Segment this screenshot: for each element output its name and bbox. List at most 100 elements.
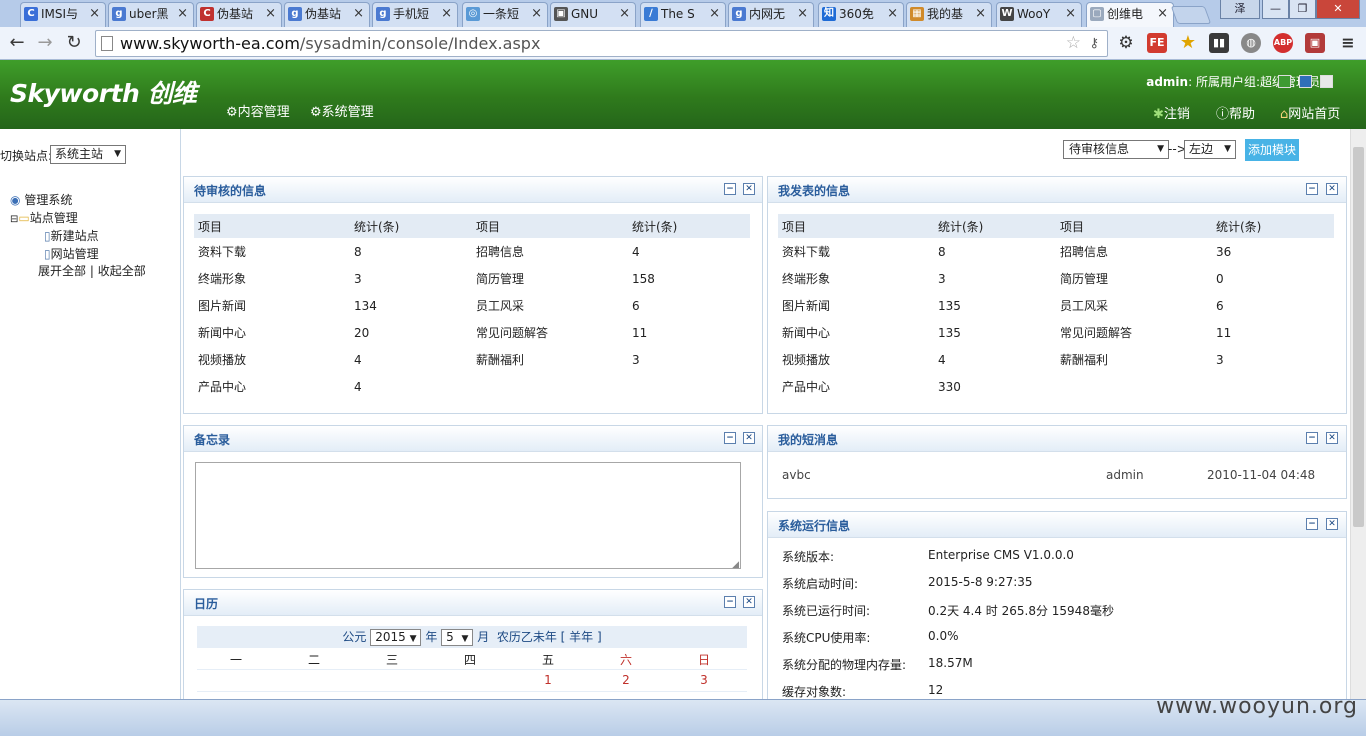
blue-theme-swatch[interactable] — [1299, 75, 1312, 88]
memo-textarea[interactable]: ◢ — [195, 462, 741, 570]
item-count-cell: 135 — [938, 325, 961, 340]
year-select[interactable]: 2015 ▼ — [370, 629, 422, 646]
tab-close-icon[interactable]: × — [353, 3, 364, 25]
tab-close-icon[interactable]: × — [1157, 3, 1168, 25]
add-module-button[interactable]: 添加模块 — [1245, 139, 1299, 161]
close-panel-icon[interactable]: ✕ — [1326, 432, 1338, 444]
resize-handle-icon[interactable]: ◢ — [732, 560, 739, 570]
minimize-button[interactable]: — — [1262, 0, 1289, 19]
tab-item[interactable]: 知 360免 × — [818, 2, 904, 27]
browser-toolbar: ← → ↻ www.skyworth-ea.com/sysadmin/conso… — [0, 27, 1366, 60]
tab-item[interactable]: g 内网无 × — [728, 2, 814, 27]
tab-close-icon[interactable]: × — [797, 3, 808, 25]
close-panel-icon[interactable]: ✕ — [743, 596, 755, 608]
tab-item[interactable]: ▢ 创维电 × — [1086, 2, 1174, 27]
tab-close-icon[interactable]: × — [441, 3, 452, 25]
pending-info-panel: 待审核的信息 − ✕ 项目 统计(条) 项目 统计(条) 资料下载 8 招聘信息 4 终端形象 3… — [183, 176, 763, 414]
menu-system-management[interactable]: ⚙系统管理 — [310, 101, 374, 120]
tab-item[interactable]: ▦ 我的基 × — [906, 2, 992, 27]
help-link[interactable]: ⓘ帮助 — [1216, 103, 1255, 122]
tab-item[interactable]: g uber黑 × — [108, 2, 194, 27]
tab-close-icon[interactable]: × — [89, 3, 100, 25]
tab-close-icon[interactable]: × — [265, 3, 276, 25]
tree-root[interactable]: ◉ 管理系统 — [10, 191, 72, 208]
tab-item[interactable]: g 手机短 × — [372, 2, 458, 27]
reload-button[interactable]: ↻ — [63, 32, 85, 54]
tab-close-icon[interactable]: × — [177, 3, 188, 25]
position-select[interactable]: 左边 ▼ — [1184, 140, 1236, 159]
tab-favicon-icon: ◎ — [466, 7, 480, 21]
tab-close-icon[interactable]: × — [619, 3, 630, 25]
settings-gear-icon[interactable]: ⚙ — [1116, 33, 1136, 53]
minimize-panel-icon[interactable]: − — [1306, 183, 1318, 195]
month-select[interactable]: 5 ▼ — [441, 629, 474, 646]
gray-theme-swatch[interactable] — [1320, 75, 1333, 88]
address-bar[interactable]: www.skyworth-ea.com/sysadmin/console/Ind… — [95, 30, 1108, 57]
tab-close-icon[interactable]: × — [709, 3, 720, 25]
item-count-cell — [1212, 373, 1334, 400]
separator: | — [89, 264, 94, 278]
site-select[interactable]: 系统主站 ▼ — [50, 145, 126, 164]
tab-close-icon[interactable]: × — [975, 3, 986, 25]
key-icon[interactable]: ⚷ — [1089, 31, 1099, 56]
tab-item[interactable]: W WooY × — [996, 2, 1082, 27]
close-panel-icon[interactable]: ✕ — [743, 432, 755, 444]
tab-close-icon[interactable]: × — [1065, 3, 1076, 25]
minimize-panel-icon[interactable]: − — [1306, 518, 1318, 530]
logout-link[interactable]: ✱注销 — [1153, 103, 1190, 122]
tab-close-icon[interactable]: × — [887, 3, 898, 25]
shield-extension-icon[interactable]: ▣ — [1305, 33, 1325, 53]
main-content: 待审核信息 ▼ --> 左边 ▼ 添加模块 待审核的信息 − ✕ 项目 统计(条) 项目… — [181, 129, 1350, 719]
system-info-panel: 系统运行信息 − ✕ 系统版本: Enterprise CMS V1.0.0.0 系… — [767, 511, 1347, 711]
calendar-day[interactable]: 2 — [587, 673, 665, 687]
menu-icon[interactable]: ≡ — [1338, 33, 1358, 53]
item-count-cell: 4 — [354, 352, 362, 367]
fe-extension-icon[interactable]: FE — [1147, 33, 1167, 53]
tools-extension-icon[interactable]: ▮▮ — [1209, 33, 1229, 53]
maximize-button[interactable]: ❐ — [1289, 0, 1316, 19]
menu-content-management[interactable]: ⚙内容管理 — [226, 101, 290, 120]
minimize-panel-icon[interactable]: − — [724, 596, 736, 608]
tab-close-icon[interactable]: × — [531, 3, 542, 25]
calendar-day[interactable]: 1 — [509, 673, 587, 687]
new-tab-button[interactable] — [1170, 6, 1212, 24]
close-window-button[interactable]: ✕ — [1316, 0, 1360, 19]
profile-button[interactable]: 泽 — [1220, 0, 1260, 19]
forward-button[interactable]: → — [34, 32, 56, 54]
system-info-key: 系统已运行时间: — [782, 604, 871, 618]
back-button[interactable]: ← — [6, 32, 28, 54]
expand-all-link[interactable]: 展开全部 — [38, 264, 86, 278]
tab-item[interactable]: g 伪基站 × — [284, 2, 370, 27]
tab-item[interactable]: ◎ 一条短 × — [462, 2, 548, 27]
item-count-cell: 0 — [1216, 271, 1224, 286]
close-panel-icon[interactable]: ✕ — [1326, 518, 1338, 530]
scrollbar-thumb[interactable] — [1353, 147, 1364, 527]
tab-item[interactable]: ∕ The S × — [640, 2, 726, 27]
close-panel-icon[interactable]: ✕ — [1326, 183, 1338, 195]
system-info-key: 系统启动时间: — [782, 577, 859, 591]
page-scrollbar[interactable] — [1350, 129, 1366, 699]
close-panel-icon[interactable]: ✕ — [743, 183, 755, 195]
minimize-panel-icon[interactable]: − — [724, 432, 736, 444]
minimize-panel-icon[interactable]: − — [1306, 432, 1318, 444]
tree-item-site-management[interactable]: ▯网站管理 — [44, 245, 99, 262]
calendar-day[interactable]: 3 — [665, 673, 743, 687]
bookmark-star-icon[interactable]: ☆ — [1066, 31, 1081, 56]
module-select[interactable]: 待审核信息 ▼ — [1063, 140, 1169, 159]
adblock-icon[interactable]: ABP — [1273, 33, 1293, 53]
site-home-link[interactable]: ⌂网站首页 — [1280, 103, 1340, 122]
skyworth-logo: Skyworth 创维 — [10, 79, 197, 108]
collapse-all-link[interactable]: 收起全部 — [98, 264, 146, 278]
tree-item-new-site[interactable]: ▯新建站点 — [44, 227, 99, 244]
globe-extension-icon[interactable]: ◍ — [1241, 33, 1261, 53]
tab-item[interactable]: C IMSI与 × — [20, 2, 106, 27]
tree-folder-site-management[interactable]: ⊟▭站点管理 — [10, 209, 78, 226]
gear-icon: ⚙ — [226, 105, 238, 120]
minimize-panel-icon[interactable]: − — [724, 183, 736, 195]
tab-item[interactable]: ▣ GNU × — [550, 2, 636, 27]
green-theme-swatch[interactable] — [1278, 75, 1291, 88]
pending-table: 项目 统计(条) 项目 统计(条) 资料下载 8 招聘信息 4 终端形象 3 简历管理 158 图片新闻… — [194, 214, 750, 400]
star-extension-icon[interactable]: ★ — [1178, 33, 1198, 53]
message-subject[interactable]: avbc — [782, 468, 811, 482]
tab-item[interactable]: C 伪基站 × — [196, 2, 282, 27]
